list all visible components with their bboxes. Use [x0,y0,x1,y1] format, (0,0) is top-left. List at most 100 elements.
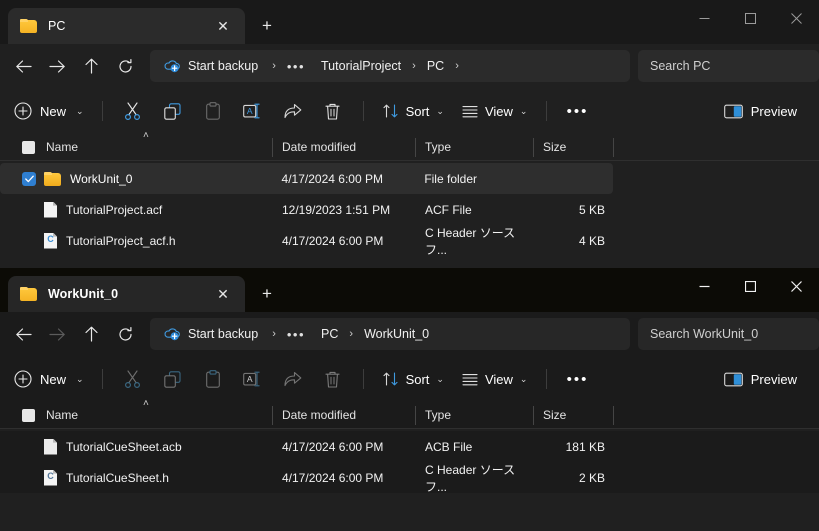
breadcrumb-overflow-icon[interactable]: ••• [284,59,308,74]
column-header-date-modified[interactable]: Date modified [273,402,416,429]
refresh-icon[interactable] [108,50,142,82]
tab-pc[interactable]: PC ✕ [8,8,245,44]
maximize-icon[interactable] [727,0,773,36]
rename-button[interactable]: A [233,363,273,395]
back-icon[interactable] [6,318,40,350]
table-row[interactable]: TutorialCueSheet.acb 4/17/2024 6:00 PM A… [0,431,819,462]
delete-button[interactable] [313,363,353,395]
preview-label: Preview [750,103,797,119]
table-row[interactable]: WorkUnit_0 4/17/2024 6:00 PM File folder [0,163,613,194]
cut-button[interactable] [113,363,153,395]
search-input[interactable]: Search PC [638,50,819,82]
new-tab-icon[interactable]: + [252,11,282,41]
share-button[interactable] [273,95,313,127]
cut-button[interactable] [113,95,153,127]
share-button[interactable] [273,363,313,395]
copy-button[interactable] [153,95,193,127]
close-tab-icon[interactable]: ✕ [211,14,235,38]
column-label-name: Name [46,140,79,154]
more-options-button[interactable]: ••• [557,363,597,395]
column-header-type[interactable]: Type [416,402,534,429]
more-options-button[interactable]: ••• [557,95,597,127]
column-label-size: Size [543,408,567,422]
forward-icon[interactable] [40,50,74,82]
up-icon[interactable] [74,50,108,82]
chevron-down-icon: ⌄ [76,373,84,384]
minimize-icon[interactable] [681,268,727,304]
cell-size: 4 KB [578,233,605,248]
close-icon[interactable] [773,268,819,304]
paste-button[interactable] [193,95,233,127]
breadcrumb-item-workunit0[interactable]: WorkUnit_0 [361,327,432,341]
column-header-size[interactable]: Size [534,134,614,161]
column-header-name[interactable]: Name ˄ [0,397,273,429]
cell-name: TutorialProject.acf [0,201,273,218]
view-button[interactable]: View ⌄ [453,95,537,127]
svg-text:A: A [247,106,253,116]
breadcrumb[interactable]: Start backup › ••• TutorialProject › PC … [150,50,630,82]
paste-icon [205,370,220,388]
view-button[interactable]: View ⌄ [453,363,537,395]
breadcrumb-item-tutorialproject[interactable]: TutorialProject [318,59,404,73]
select-all-checkbox[interactable] [22,140,35,154]
breadcrumb-overflow-icon[interactable]: ••• [284,327,308,342]
row-checkbox[interactable] [22,171,36,186]
address-bar: Start backup › ••• TutorialProject › PC … [0,44,819,88]
breadcrumb[interactable]: Start backup › ••• PC › WorkUnit_0 [150,318,630,350]
cell-type: C Header ソース フ... [425,462,516,494]
sort-ascending-icon: ˄ [143,397,149,409]
close-icon[interactable] [773,0,819,36]
breadcrumb-item-pc[interactable]: PC [318,327,341,341]
folder-icon [44,171,61,186]
table-row[interactable]: C TutorialCueSheet.h 4/17/2024 6:00 PM C… [0,462,819,494]
new-label: New [40,103,67,119]
cell-name: TutorialCueSheet.acb [0,438,273,455]
tab-strip: PC ✕ + [0,0,282,44]
column-header-size[interactable]: Size [534,402,614,429]
sort-button[interactable]: Sort ⌄ [374,95,453,127]
column-divider-4[interactable] [613,405,614,425]
window-controls [681,268,819,304]
cell-date-modified: 4/17/2024 6:00 PM [282,470,384,485]
view-label: View [484,103,513,119]
paste-button[interactable] [193,363,233,395]
share-icon [284,372,301,387]
tab-label: WorkUnit_0 [48,287,119,301]
new-button[interactable]: New ⌄ [10,95,92,127]
column-header-type[interactable]: Type [416,134,534,161]
delete-button[interactable] [313,95,353,127]
preview-button[interactable]: Preview [716,95,805,127]
column-header-name[interactable]: Name ˄ [0,130,273,161]
c-header-icon: C [44,469,57,486]
table-row[interactable]: TutorialProject.acf 12/19/2023 1:51 PM A… [0,194,819,225]
sort-button[interactable]: Sort ⌄ [374,363,453,395]
explorer-window-pc: PC ✕ + Start backup › ••• TutorialProjec… [0,0,819,268]
up-icon[interactable] [74,318,108,350]
sort-label: Sort [405,371,430,387]
copy-button[interactable] [153,363,193,395]
refresh-icon[interactable] [108,318,142,350]
column-divider-4[interactable] [613,137,614,157]
close-tab-icon[interactable]: ✕ [211,282,235,306]
breadcrumb-start-backup[interactable]: Start backup [158,321,264,347]
new-button[interactable]: New ⌄ [10,363,92,395]
minimize-icon[interactable] [681,0,727,36]
select-all-checkbox[interactable] [22,408,35,422]
rename-button[interactable]: A [233,95,273,127]
column-label-name: Name [46,408,79,422]
table-row[interactable]: C TutorialProject_acf.h 4/17/2024 6:00 P… [0,225,819,257]
breadcrumb-separator-3: › [349,328,354,340]
breadcrumb-separator-4: › [455,60,459,72]
maximize-icon[interactable] [727,268,773,304]
preview-button[interactable]: Preview [716,363,805,395]
tab-workunit0[interactable]: WorkUnit_0 ✕ [8,276,245,312]
column-header-date-modified[interactable]: Date modified [273,134,416,161]
file-name-label: TutorialProject_acf.h [66,233,176,248]
back-icon[interactable] [6,50,40,82]
breadcrumb-item-pc[interactable]: PC [424,59,447,73]
forward-icon[interactable] [40,318,74,350]
new-tab-icon[interactable]: + [252,279,282,309]
breadcrumb-start-backup[interactable]: Start backup [158,53,264,79]
search-input[interactable]: Search WorkUnit_0 [638,318,819,350]
cell-name: C TutorialProject_acf.h [0,232,273,249]
